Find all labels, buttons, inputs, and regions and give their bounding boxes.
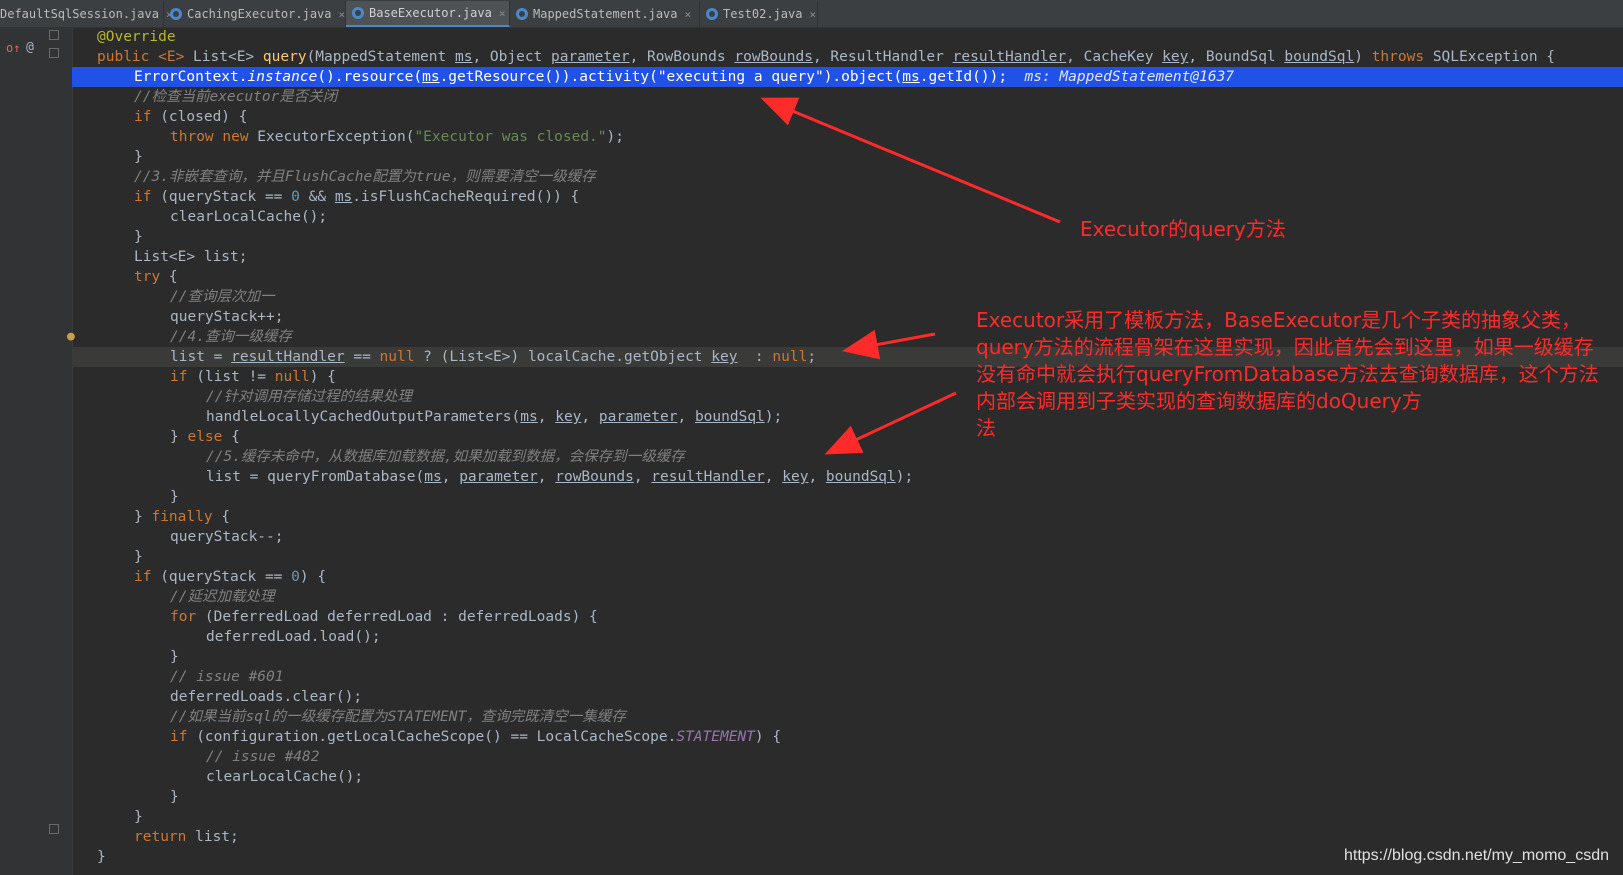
annotation-template-method: Executor采用了模板方法，BaseExecutor是几个子类的抽象父类， … <box>976 308 1599 440</box>
arrow-to-activity <box>760 97 1061 224</box>
annotation-executor-query: Executor的query方法 <box>1080 217 1286 241</box>
arrow-to-query-from-database <box>824 391 957 455</box>
arrow-to-local-cache <box>842 329 936 360</box>
watermark: https://blog.csdn.net/my_momo_csdn <box>1343 847 1609 864</box>
